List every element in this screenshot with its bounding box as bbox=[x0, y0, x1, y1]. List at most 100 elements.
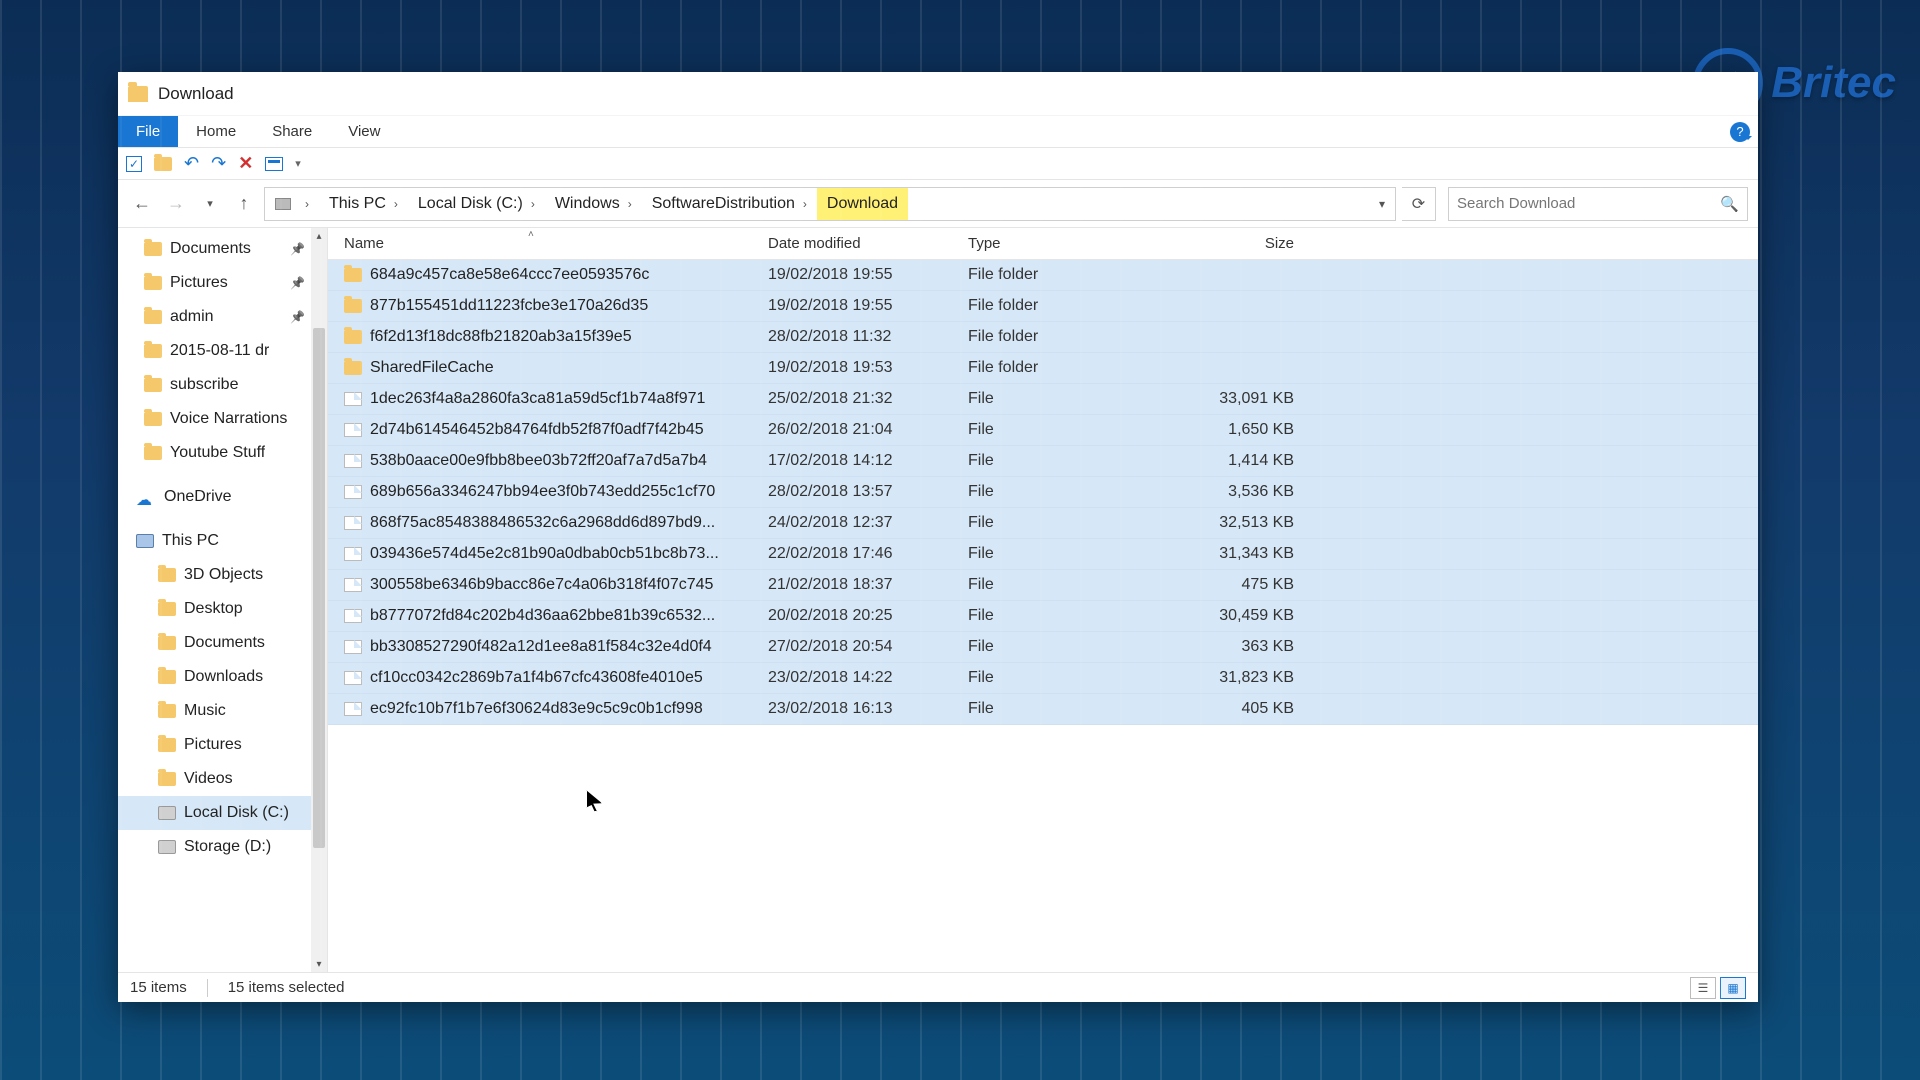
qat-customize-icon[interactable]: ▾ bbox=[295, 157, 301, 170]
breadcrumb-root[interactable]: › bbox=[265, 188, 319, 220]
tree-item[interactable]: Documents bbox=[118, 626, 327, 660]
back-button[interactable]: ← bbox=[128, 190, 156, 218]
table-row[interactable]: 2d74b614546452b84764fdb52f87f0adf7f42b45… bbox=[328, 415, 1758, 446]
ribbon-tabs: File Home Share View ? bbox=[118, 116, 1758, 148]
tab-share[interactable]: Share bbox=[254, 116, 330, 147]
tab-home[interactable]: Home bbox=[178, 116, 254, 147]
table-row[interactable]: f6f2d13f18dc88fb21820ab3a15f39e528/02/20… bbox=[328, 322, 1758, 353]
table-row[interactable]: 877b155451dd11223fcbe3e170a26d3519/02/20… bbox=[328, 291, 1758, 322]
tree-item[interactable]: Pictures bbox=[118, 728, 327, 762]
column-date[interactable]: Date modified bbox=[768, 235, 968, 252]
quick-access-toolbar: ↶ ↷ ✕ ▾ bbox=[118, 148, 1758, 180]
file-icon bbox=[344, 702, 362, 716]
help-button[interactable]: ? bbox=[1722, 116, 1758, 147]
tree-item[interactable]: Storage (D:) bbox=[118, 830, 327, 864]
scroll-down-icon[interactable]: ▾ bbox=[311, 956, 327, 972]
drive-icon bbox=[158, 840, 176, 854]
table-row[interactable]: 868f75ac8548388486532c6a2968dd6d897bd9..… bbox=[328, 508, 1758, 539]
cloud-icon bbox=[136, 490, 156, 504]
file-icon bbox=[344, 516, 362, 530]
folder-icon bbox=[158, 636, 176, 650]
folder-icon bbox=[158, 602, 176, 616]
status-bar: 15 items 15 items selected ☰ ▦ bbox=[118, 972, 1758, 1002]
table-row[interactable]: SharedFileCache19/02/2018 19:53File fold… bbox=[328, 353, 1758, 384]
undo-icon[interactable]: ↶ bbox=[184, 153, 199, 174]
breadcrumb-windows[interactable]: Windows› bbox=[545, 188, 642, 220]
tree-scrollbar[interactable]: ▴ ▾ bbox=[311, 228, 327, 972]
folder-icon bbox=[144, 242, 162, 256]
file-icon bbox=[344, 485, 362, 499]
file-icon bbox=[344, 423, 362, 437]
address-dropdown-icon[interactable]: ▾ bbox=[1369, 197, 1395, 211]
tree-item[interactable]: OneDrive bbox=[118, 480, 327, 514]
view-large-icons-button[interactable]: ▦ bbox=[1720, 977, 1746, 999]
address-bar[interactable]: › This PC› Local Disk (C:)› Windows› Sof… bbox=[264, 187, 1396, 221]
file-icon bbox=[344, 547, 362, 561]
view-details-button[interactable]: ☰ bbox=[1690, 977, 1716, 999]
tree-item[interactable]: Downloads bbox=[118, 660, 327, 694]
tab-file[interactable]: File bbox=[118, 116, 178, 147]
tree-item[interactable]: Local Disk (C:) bbox=[118, 796, 327, 830]
tree-item[interactable]: Videos bbox=[118, 762, 327, 796]
tree-item[interactable]: Music bbox=[118, 694, 327, 728]
tab-view[interactable]: View bbox=[330, 116, 398, 147]
tree-item[interactable]: subscribe bbox=[118, 368, 327, 402]
column-name[interactable]: Name˄ bbox=[328, 235, 768, 252]
titlebar[interactable]: Download bbox=[118, 72, 1758, 116]
explorer-window: Download File Home Share View ? ↶ ↷ ✕ ▾ … bbox=[118, 72, 1758, 1002]
breadcrumb-localdisk[interactable]: Local Disk (C:)› bbox=[408, 188, 545, 220]
tree-item[interactable]: Documents bbox=[118, 232, 327, 266]
table-row[interactable]: b8777072fd84c202b4d36aa62bbe81b39c6532..… bbox=[328, 601, 1758, 632]
folder-icon bbox=[144, 446, 162, 460]
delete-icon[interactable]: ✕ bbox=[238, 153, 253, 174]
table-row[interactable]: 689b656a3346247bb94ee3f0b743edd255c1cf70… bbox=[328, 477, 1758, 508]
search-icon[interactable]: 🔍 bbox=[1720, 195, 1739, 213]
file-list: Name˄ Date modified Type Size 684a9c457c… bbox=[328, 228, 1758, 972]
file-icon bbox=[344, 392, 362, 406]
tree-item[interactable]: admin bbox=[118, 300, 327, 334]
forward-button[interactable]: → bbox=[162, 190, 190, 218]
table-row[interactable]: 039436e574d45e2c81b90a0dbab0cb51bc8b73..… bbox=[328, 539, 1758, 570]
breadcrumb-thispc[interactable]: This PC› bbox=[319, 188, 408, 220]
tree-item[interactable]: Youtube Stuff bbox=[118, 436, 327, 470]
up-button[interactable]: ↑ bbox=[230, 190, 258, 218]
tree-item[interactable]: Pictures bbox=[118, 266, 327, 300]
column-type[interactable]: Type bbox=[968, 235, 1168, 252]
file-icon bbox=[344, 640, 362, 654]
table-row[interactable]: cf10cc0342c2869b7a1f4b67cfc43608fe4010e5… bbox=[328, 663, 1758, 694]
tree-item[interactable]: 3D Objects bbox=[118, 558, 327, 592]
scroll-thumb[interactable] bbox=[313, 328, 325, 848]
breadcrumb-download[interactable]: Download bbox=[817, 188, 908, 220]
table-row[interactable]: ec92fc10b7f1b7e6f30624d83e9c5c9c0b1cf998… bbox=[328, 694, 1758, 725]
recent-locations-button[interactable]: ▾ bbox=[196, 190, 224, 218]
search-box[interactable]: 🔍 bbox=[1448, 187, 1748, 221]
tree-item[interactable]: Voice Narrations bbox=[118, 402, 327, 436]
status-selected-count: 15 items selected bbox=[228, 979, 345, 996]
qat-new-folder-icon[interactable] bbox=[154, 157, 172, 171]
tree-item[interactable]: 2015-08-11 dr bbox=[118, 334, 327, 368]
search-input[interactable] bbox=[1457, 195, 1720, 212]
table-row[interactable]: 1dec263f4a8a2860fa3ca81a59d5cf1b74a8f971… bbox=[328, 384, 1758, 415]
file-icon bbox=[344, 671, 362, 685]
refresh-button[interactable]: ⟳ bbox=[1402, 187, 1436, 221]
file-icon bbox=[344, 578, 362, 592]
qat-properties-check-icon[interactable] bbox=[126, 156, 142, 172]
file-icon bbox=[344, 454, 362, 468]
folder-icon bbox=[344, 330, 362, 344]
breadcrumb-softwaredistribution[interactable]: SoftwareDistribution› bbox=[642, 188, 817, 220]
table-row[interactable]: 300558be6346b9bacc86e7c4a06b318f4f07c745… bbox=[328, 570, 1758, 601]
redo-icon[interactable]: ↷ bbox=[211, 153, 226, 174]
table-row[interactable]: 538b0aace00e9fbb8bee03b72ff20af7a7d5a7b4… bbox=[328, 446, 1758, 477]
folder-icon bbox=[128, 86, 148, 102]
table-row[interactable]: bb3308527290f482a12d1ee8a81f584c32e4d0f4… bbox=[328, 632, 1758, 663]
tree-item[interactable]: This PC bbox=[118, 524, 327, 558]
properties-icon[interactable] bbox=[265, 157, 283, 171]
drive-icon bbox=[158, 806, 176, 820]
column-size[interactable]: Size bbox=[1168, 235, 1308, 252]
tree-item[interactable]: Desktop bbox=[118, 592, 327, 626]
pc-icon bbox=[275, 198, 291, 210]
scroll-up-icon[interactable]: ▴ bbox=[311, 228, 327, 244]
folder-icon bbox=[144, 412, 162, 426]
folder-icon bbox=[144, 310, 162, 324]
table-row[interactable]: 684a9c457ca8e58e64ccc7ee0593576c19/02/20… bbox=[328, 260, 1758, 291]
